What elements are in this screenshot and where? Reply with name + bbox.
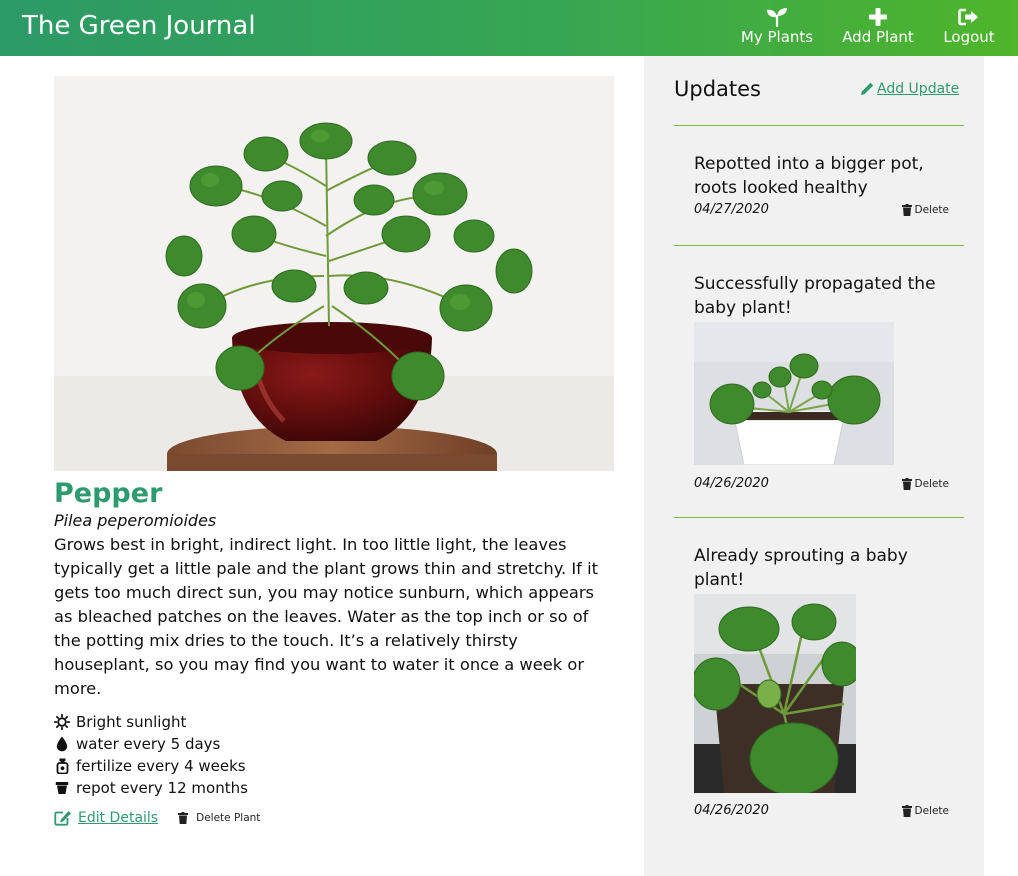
care-item-water: water every 5 days	[54, 733, 614, 755]
nav-logout-label: Logout	[943, 28, 995, 46]
update-photo	[694, 594, 856, 793]
updates-title: Updates	[674, 77, 761, 101]
care-item-text: water every 5 days	[76, 735, 221, 753]
nav-logout[interactable]: Logout	[940, 6, 998, 52]
care-item-repot: repot every 12 months	[54, 777, 614, 799]
pencil-icon	[861, 82, 874, 95]
sprout-icon	[766, 6, 788, 28]
updates-sidebar: Updates Add Update Repotted into a bigge…	[644, 56, 984, 876]
nav-add-plant[interactable]: Add Plant	[838, 6, 918, 52]
care-item-fertilize: fertilize every 4 weeks	[54, 755, 614, 777]
delete-update-button[interactable]: Delete	[901, 477, 950, 490]
update-date: 04/26/2020	[694, 476, 769, 491]
brand-title[interactable]: The Green Journal	[22, 11, 256, 41]
edit-icon	[54, 811, 71, 826]
care-item-light: Bright sunlight	[54, 711, 614, 733]
update-text: Already sprouting a baby plant!	[694, 546, 908, 590]
fertilizer-bottle-icon	[54, 758, 70, 774]
plant-scientific-name: Pilea peperomioides	[54, 511, 217, 530]
add-update-label: Add Update	[877, 81, 960, 97]
plant-photo	[54, 76, 614, 471]
delete-update-label: Delete	[914, 804, 950, 817]
water-drop-icon	[54, 736, 70, 752]
trash-icon	[901, 804, 912, 817]
update-footer: 04/27/2020 Delete	[694, 202, 949, 217]
update-item: Already sprouting a baby plant! 04/26/20…	[674, 517, 964, 818]
delete-update-button[interactable]: Delete	[901, 203, 950, 216]
edit-details-link[interactable]: Edit Details	[54, 810, 158, 826]
plant-actions: Edit Details Delete Plant	[54, 810, 260, 826]
delete-plant-button[interactable]: Delete Plant	[178, 812, 260, 824]
plant-name: Pepper	[54, 478, 163, 509]
delete-update-button[interactable]: Delete	[901, 804, 950, 817]
care-list: Bright sunlight water every 5 days ferti…	[54, 711, 614, 799]
care-item-text: fertilize every 4 weeks	[76, 757, 246, 775]
care-item-text: Bright sunlight	[76, 713, 187, 731]
update-text: Repotted into a bigger pot, roots looked…	[694, 154, 924, 198]
plant-description: Grows best in bright, indirect light. In…	[54, 535, 598, 698]
update-item: Repotted into a bigger pot, roots looked…	[674, 125, 964, 217]
update-date: 04/26/2020	[694, 803, 769, 818]
delete-plant-label: Delete Plant	[196, 812, 261, 824]
update-footer: 04/26/2020 Delete	[694, 476, 949, 491]
top-navbar: The Green Journal My Plants Add Plant Lo…	[0, 0, 1018, 56]
update-item: Successfully propagated the baby plant!	[674, 245, 964, 491]
logout-icon	[958, 6, 980, 28]
edit-details-label: Edit Details	[78, 810, 159, 826]
nav-my-plants[interactable]: My Plants	[738, 6, 816, 52]
plus-icon	[868, 6, 888, 28]
nav-add-plant-label: Add Plant	[842, 28, 914, 46]
trash-icon	[901, 203, 912, 216]
update-photo	[694, 322, 894, 465]
update-date: 04/27/2020	[694, 202, 769, 217]
care-item-text: repot every 12 months	[76, 779, 248, 797]
pot-icon	[54, 780, 70, 796]
update-footer: 04/26/2020 Delete	[694, 803, 949, 818]
delete-update-label: Delete	[914, 203, 950, 216]
add-update-link[interactable]: Add Update	[860, 81, 959, 97]
trash-icon	[178, 812, 189, 824]
trash-icon	[901, 477, 912, 490]
sun-icon	[54, 714, 70, 730]
update-text: Successfully propagated the baby plant!	[694, 274, 936, 318]
nav-my-plants-label: My Plants	[740, 28, 814, 46]
delete-update-label: Delete	[914, 477, 950, 490]
